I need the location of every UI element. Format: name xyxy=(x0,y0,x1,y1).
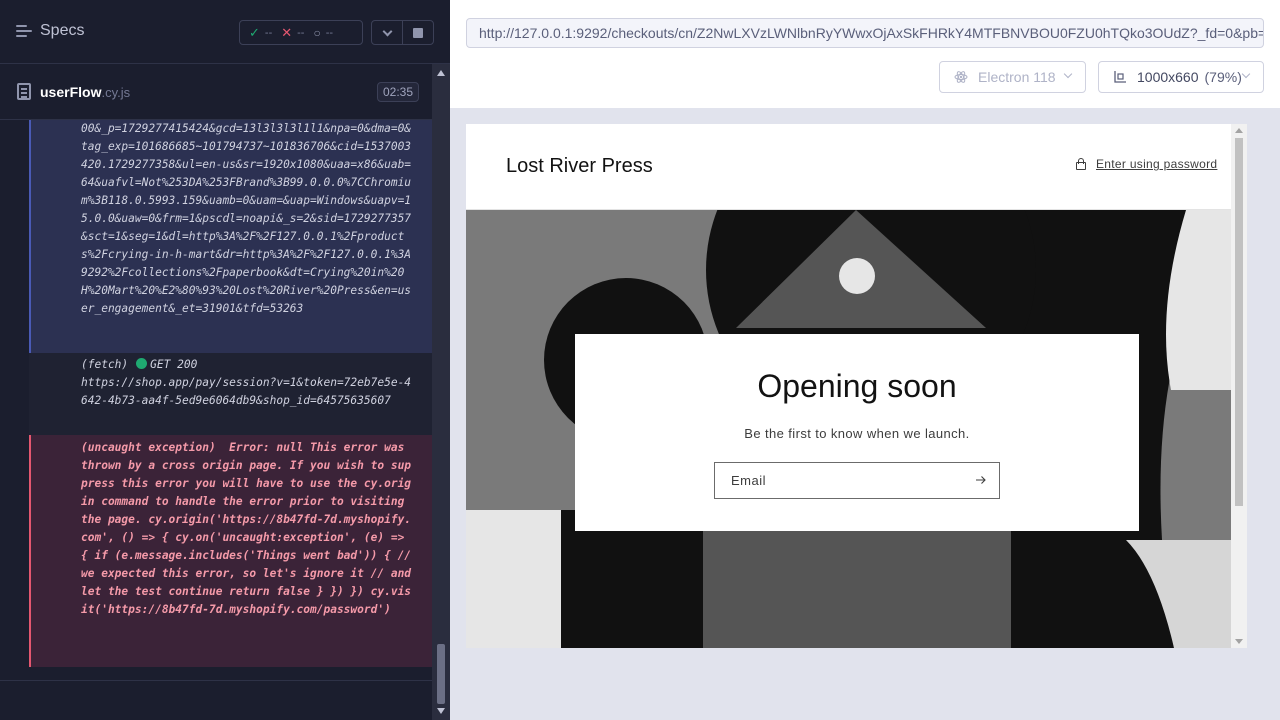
pending-icon: ○ xyxy=(313,25,321,40)
scroll-down-icon[interactable] xyxy=(1235,639,1243,644)
x-icon: ✕ xyxy=(281,24,293,40)
chevron-down-icon xyxy=(1063,69,1073,79)
divider xyxy=(0,680,432,681)
scroll-up-icon[interactable] xyxy=(437,70,445,76)
enter-password-link[interactable]: Enter using password xyxy=(1076,157,1217,171)
menu-icon xyxy=(16,24,32,38)
browser-label: Electron 118 xyxy=(978,69,1056,85)
app-under-test-frame: Lost River Press Enter using password Op… xyxy=(466,124,1247,648)
viewport-selector[interactable]: 1000x660 (79%) xyxy=(1098,61,1264,93)
reporter-panel: Specs ✓ -- ✕ -- ○ -- userFlow.cy.js 02:35 0… xyxy=(0,0,450,720)
scale-label: (79%) xyxy=(1204,69,1242,85)
run-controls xyxy=(371,20,434,45)
page-subtitle: Be the first to know when we launch. xyxy=(744,426,970,441)
browser-panel: http://127.0.0.1:9292/checkouts/cn/Z2NwL… xyxy=(450,0,1280,720)
hero-banner: Opening soon Be the first to know when w… xyxy=(466,210,1247,648)
electron-icon xyxy=(954,71,968,83)
log-entry-request[interactable]: 00&_p=1729277415424&gcd=13l3l3l3l1l1&npa… xyxy=(29,120,432,353)
log-entry-fetch[interactable]: (fetch) GET 200 https://shop.app/pay/sess… xyxy=(29,353,432,435)
spec-file-header: userFlow.cy.js 02:35 xyxy=(0,64,432,120)
specs-button[interactable]: Specs xyxy=(16,22,84,40)
lock-icon xyxy=(1076,158,1086,170)
specs-label: Specs xyxy=(40,22,85,39)
check-icon: ✓ xyxy=(249,24,260,40)
shop-header: Lost River Press Enter using password xyxy=(466,124,1247,210)
viewport-icon xyxy=(1114,71,1126,83)
stop-button[interactable] xyxy=(403,21,433,44)
duration-badge: 02:35 xyxy=(377,82,420,102)
frame-scrollbar[interactable] xyxy=(1231,124,1247,648)
scroll-thumb[interactable] xyxy=(437,644,445,704)
log-entry-error[interactable]: (uncaught exception) Error: null This er… xyxy=(29,435,432,667)
failed-stat: ✕ -- xyxy=(281,24,305,40)
newsletter-card: Opening soon Be the first to know when w… xyxy=(575,334,1139,531)
email-placeholder: Email xyxy=(731,473,767,488)
chevron-down-icon xyxy=(1241,69,1251,79)
passed-stat: ✓ -- xyxy=(249,24,273,40)
viewport-label: 1000x660 xyxy=(1137,69,1199,85)
command-log: 00&_p=1729277415424&gcd=13l3l3l3l1l1&npa… xyxy=(0,120,432,680)
reporter-header: Specs ✓ -- ✕ -- ○ -- xyxy=(0,0,450,64)
arrow-right-icon[interactable] xyxy=(975,474,987,486)
page-title: Opening soon xyxy=(757,368,957,404)
url-bar[interactable]: http://127.0.0.1:9292/checkouts/cn/Z2NwL… xyxy=(466,18,1264,48)
browser-toolbar: http://127.0.0.1:9292/checkouts/cn/Z2NwL… xyxy=(450,0,1280,108)
scroll-thumb[interactable] xyxy=(1235,138,1243,506)
spec-file-name[interactable]: userFlow.cy.js xyxy=(40,84,130,100)
log-scrollbar[interactable] xyxy=(432,64,450,720)
collapse-button[interactable] xyxy=(372,21,403,44)
store-name[interactable]: Lost River Press xyxy=(506,155,653,178)
pending-stat: ○ -- xyxy=(313,25,334,40)
status-dot-icon xyxy=(136,358,148,369)
browser-selector[interactable]: Electron 118 xyxy=(939,61,1086,93)
document-icon xyxy=(17,83,31,100)
scroll-down-icon[interactable] xyxy=(437,708,445,714)
scroll-up-icon[interactable] xyxy=(1235,128,1243,133)
test-stats: ✓ -- ✕ -- ○ -- xyxy=(239,20,363,45)
chevron-down-icon xyxy=(382,26,392,36)
email-field[interactable]: Email xyxy=(714,462,1000,499)
stop-icon xyxy=(413,27,423,38)
